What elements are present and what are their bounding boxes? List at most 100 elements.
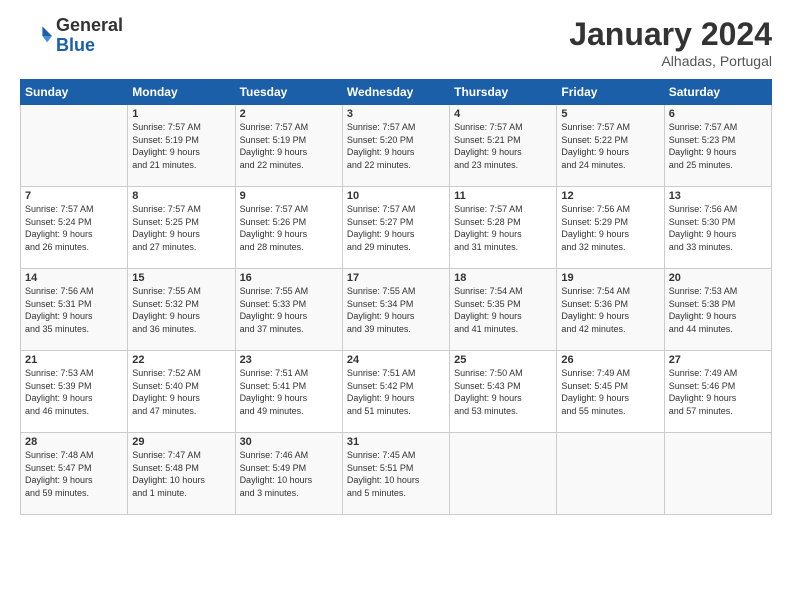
cell-info: Sunrise: 7:57 AM Sunset: 5:19 PM Dayligh… <box>132 121 230 171</box>
calendar-body: 1Sunrise: 7:57 AM Sunset: 5:19 PM Daylig… <box>21 105 772 515</box>
day-of-week-header: Monday <box>128 80 235 105</box>
cell-info: Sunrise: 7:49 AM Sunset: 5:46 PM Dayligh… <box>669 367 767 417</box>
calendar-cell: 10Sunrise: 7:57 AM Sunset: 5:27 PM Dayli… <box>342 187 449 269</box>
calendar-cell: 15Sunrise: 7:55 AM Sunset: 5:32 PM Dayli… <box>128 269 235 351</box>
logo: General Blue <box>20 16 123 56</box>
day-number: 13 <box>669 190 767 202</box>
day-number: 23 <box>240 354 338 366</box>
calendar-cell: 11Sunrise: 7:57 AM Sunset: 5:28 PM Dayli… <box>450 187 557 269</box>
logo-blue: Blue <box>56 35 95 55</box>
day-number: 27 <box>669 354 767 366</box>
header: General Blue January 2024 Alhadas, Portu… <box>20 16 772 69</box>
cell-info: Sunrise: 7:57 AM Sunset: 5:20 PM Dayligh… <box>347 121 445 171</box>
cell-info: Sunrise: 7:47 AM Sunset: 5:48 PM Dayligh… <box>132 449 230 499</box>
logo-icon <box>20 20 52 52</box>
cell-info: Sunrise: 7:46 AM Sunset: 5:49 PM Dayligh… <box>240 449 338 499</box>
day-number: 11 <box>454 190 552 202</box>
cell-info: Sunrise: 7:55 AM Sunset: 5:34 PM Dayligh… <box>347 285 445 335</box>
calendar-cell <box>664 433 771 515</box>
calendar-cell: 25Sunrise: 7:50 AM Sunset: 5:43 PM Dayli… <box>450 351 557 433</box>
calendar-cell: 20Sunrise: 7:53 AM Sunset: 5:38 PM Dayli… <box>664 269 771 351</box>
cell-info: Sunrise: 7:57 AM Sunset: 5:19 PM Dayligh… <box>240 121 338 171</box>
day-of-week-header: Thursday <box>450 80 557 105</box>
day-of-week-header: Tuesday <box>235 80 342 105</box>
day-number: 16 <box>240 272 338 284</box>
calendar-cell: 9Sunrise: 7:57 AM Sunset: 5:26 PM Daylig… <box>235 187 342 269</box>
calendar-week-row: 21Sunrise: 7:53 AM Sunset: 5:39 PM Dayli… <box>21 351 772 433</box>
cell-info: Sunrise: 7:45 AM Sunset: 5:51 PM Dayligh… <box>347 449 445 499</box>
day-number: 25 <box>454 354 552 366</box>
calendar-header-row: SundayMondayTuesdayWednesdayThursdayFrid… <box>21 80 772 105</box>
calendar-cell: 13Sunrise: 7:56 AM Sunset: 5:30 PM Dayli… <box>664 187 771 269</box>
cell-info: Sunrise: 7:56 AM Sunset: 5:29 PM Dayligh… <box>561 203 659 253</box>
cell-info: Sunrise: 7:56 AM Sunset: 5:31 PM Dayligh… <box>25 285 123 335</box>
calendar-week-row: 1Sunrise: 7:57 AM Sunset: 5:19 PM Daylig… <box>21 105 772 187</box>
day-number: 5 <box>561 108 659 120</box>
day-of-week-header: Friday <box>557 80 664 105</box>
main-container: General Blue January 2024 Alhadas, Portu… <box>0 0 792 525</box>
day-number: 1 <box>132 108 230 120</box>
calendar-cell: 5Sunrise: 7:57 AM Sunset: 5:22 PM Daylig… <box>557 105 664 187</box>
day-number: 8 <box>132 190 230 202</box>
calendar-cell: 29Sunrise: 7:47 AM Sunset: 5:48 PM Dayli… <box>128 433 235 515</box>
day-number: 28 <box>25 436 123 448</box>
calendar-cell: 7Sunrise: 7:57 AM Sunset: 5:24 PM Daylig… <box>21 187 128 269</box>
calendar-cell: 27Sunrise: 7:49 AM Sunset: 5:46 PM Dayli… <box>664 351 771 433</box>
calendar-cell: 1Sunrise: 7:57 AM Sunset: 5:19 PM Daylig… <box>128 105 235 187</box>
calendar-cell <box>21 105 128 187</box>
day-number: 6 <box>669 108 767 120</box>
cell-info: Sunrise: 7:54 AM Sunset: 5:35 PM Dayligh… <box>454 285 552 335</box>
day-number: 19 <box>561 272 659 284</box>
cell-info: Sunrise: 7:57 AM Sunset: 5:21 PM Dayligh… <box>454 121 552 171</box>
calendar-cell: 28Sunrise: 7:48 AM Sunset: 5:47 PM Dayli… <box>21 433 128 515</box>
cell-info: Sunrise: 7:54 AM Sunset: 5:36 PM Dayligh… <box>561 285 659 335</box>
cell-info: Sunrise: 7:57 AM Sunset: 5:27 PM Dayligh… <box>347 203 445 253</box>
calendar-cell: 8Sunrise: 7:57 AM Sunset: 5:25 PM Daylig… <box>128 187 235 269</box>
cell-info: Sunrise: 7:51 AM Sunset: 5:41 PM Dayligh… <box>240 367 338 417</box>
cell-info: Sunrise: 7:57 AM Sunset: 5:25 PM Dayligh… <box>132 203 230 253</box>
calendar-cell: 30Sunrise: 7:46 AM Sunset: 5:49 PM Dayli… <box>235 433 342 515</box>
cell-info: Sunrise: 7:57 AM Sunset: 5:24 PM Dayligh… <box>25 203 123 253</box>
day-number: 2 <box>240 108 338 120</box>
calendar-cell: 16Sunrise: 7:55 AM Sunset: 5:33 PM Dayli… <box>235 269 342 351</box>
calendar-cell: 23Sunrise: 7:51 AM Sunset: 5:41 PM Dayli… <box>235 351 342 433</box>
day-number: 21 <box>25 354 123 366</box>
calendar-cell: 19Sunrise: 7:54 AM Sunset: 5:36 PM Dayli… <box>557 269 664 351</box>
calendar-cell: 26Sunrise: 7:49 AM Sunset: 5:45 PM Dayli… <box>557 351 664 433</box>
day-number: 10 <box>347 190 445 202</box>
month-title: January 2024 <box>569 16 772 53</box>
cell-info: Sunrise: 7:57 AM Sunset: 5:26 PM Dayligh… <box>240 203 338 253</box>
logo-text: General Blue <box>56 16 123 56</box>
day-number: 17 <box>347 272 445 284</box>
day-number: 3 <box>347 108 445 120</box>
title-block: January 2024 Alhadas, Portugal <box>569 16 772 69</box>
calendar-week-row: 7Sunrise: 7:57 AM Sunset: 5:24 PM Daylig… <box>21 187 772 269</box>
calendar-cell <box>557 433 664 515</box>
day-number: 22 <box>132 354 230 366</box>
day-number: 20 <box>669 272 767 284</box>
calendar-cell: 6Sunrise: 7:57 AM Sunset: 5:23 PM Daylig… <box>664 105 771 187</box>
calendar-cell: 14Sunrise: 7:56 AM Sunset: 5:31 PM Dayli… <box>21 269 128 351</box>
day-number: 15 <box>132 272 230 284</box>
calendar-cell: 24Sunrise: 7:51 AM Sunset: 5:42 PM Dayli… <box>342 351 449 433</box>
calendar-cell: 22Sunrise: 7:52 AM Sunset: 5:40 PM Dayli… <box>128 351 235 433</box>
cell-info: Sunrise: 7:57 AM Sunset: 5:22 PM Dayligh… <box>561 121 659 171</box>
calendar-week-row: 28Sunrise: 7:48 AM Sunset: 5:47 PM Dayli… <box>21 433 772 515</box>
day-number: 14 <box>25 272 123 284</box>
calendar-cell: 12Sunrise: 7:56 AM Sunset: 5:29 PM Dayli… <box>557 187 664 269</box>
calendar-cell: 21Sunrise: 7:53 AM Sunset: 5:39 PM Dayli… <box>21 351 128 433</box>
cell-info: Sunrise: 7:52 AM Sunset: 5:40 PM Dayligh… <box>132 367 230 417</box>
day-number: 31 <box>347 436 445 448</box>
calendar-cell: 18Sunrise: 7:54 AM Sunset: 5:35 PM Dayli… <box>450 269 557 351</box>
cell-info: Sunrise: 7:55 AM Sunset: 5:33 PM Dayligh… <box>240 285 338 335</box>
location: Alhadas, Portugal <box>569 53 772 69</box>
day-number: 26 <box>561 354 659 366</box>
calendar-cell: 2Sunrise: 7:57 AM Sunset: 5:19 PM Daylig… <box>235 105 342 187</box>
cell-info: Sunrise: 7:49 AM Sunset: 5:45 PM Dayligh… <box>561 367 659 417</box>
day-number: 30 <box>240 436 338 448</box>
day-of-week-header: Saturday <box>664 80 771 105</box>
cell-info: Sunrise: 7:53 AM Sunset: 5:38 PM Dayligh… <box>669 285 767 335</box>
calendar-table: SundayMondayTuesdayWednesdayThursdayFrid… <box>20 79 772 515</box>
day-number: 24 <box>347 354 445 366</box>
calendar-cell: 17Sunrise: 7:55 AM Sunset: 5:34 PM Dayli… <box>342 269 449 351</box>
